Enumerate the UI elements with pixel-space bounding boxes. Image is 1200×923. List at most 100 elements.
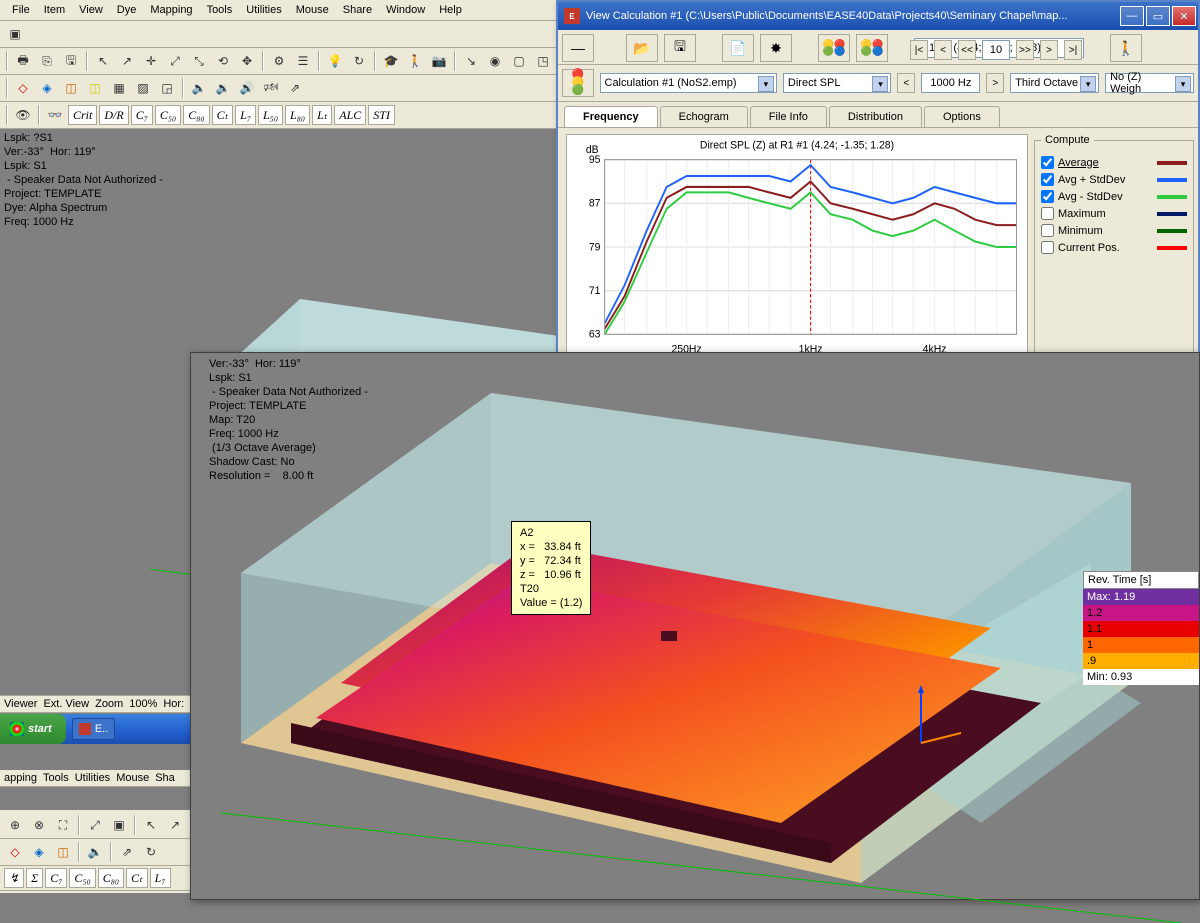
sphere-icon[interactable]: ◉ — [484, 50, 506, 72]
pick2-icon[interactable]: ↗ — [164, 814, 186, 836]
menu-tools[interactable]: Tools — [201, 2, 239, 18]
mapping-window[interactable]: Ver:-33° Hor: 119° Lspk: S1 - Speaker Da… — [190, 352, 1200, 900]
frequency-plot[interactable]: 6371798795250Hz1kHz4kHzdBDirect SPL (Z) … — [566, 134, 1028, 360]
minimize-button[interactable]: — — [1120, 6, 1144, 26]
compute-current-pos-[interactable]: Current Pos. — [1041, 241, 1187, 254]
menu-file[interactable]: File — [6, 2, 36, 18]
freq-prev-button[interactable]: < — [897, 73, 915, 93]
ray2-icon[interactable]: ⇗ — [116, 841, 138, 863]
metric-l₈₀[interactable]: L₈₀ — [285, 105, 310, 125]
grid-a-icon[interactable]: ▦ — [108, 77, 130, 99]
options-icon[interactable]: ☰ — [292, 50, 314, 72]
compute-avg-stddev[interactable]: Avg - StdDev — [1041, 190, 1187, 203]
hat-icon[interactable]: 🎓 — [380, 50, 402, 72]
report-icon[interactable]: 📄 — [722, 34, 754, 62]
glasses-icon[interactable]: 👓 — [44, 104, 66, 126]
zoom-out-icon[interactable]: ⤡ — [188, 50, 210, 72]
tab-echogram[interactable]: Echogram — [660, 106, 748, 127]
clip-icon[interactable]: ◳ — [532, 50, 554, 72]
audience-icon[interactable]: ◫ — [60, 77, 82, 99]
next-button[interactable]: >> — [1016, 40, 1034, 60]
resize-icon[interactable]: ⤢ — [84, 814, 106, 836]
speaker-group-icon[interactable]: ◇ — [12, 77, 34, 99]
menu-dye[interactable]: Dye — [111, 2, 143, 18]
light-icon[interactable]: 💡 — [324, 50, 346, 72]
metric-c₅₀[interactable]: C₅₀ — [155, 105, 181, 125]
metric-sti[interactable]: STI — [368, 105, 395, 125]
speaker3-icon[interactable]: 🔊 — [236, 77, 258, 99]
metric-l₅₀[interactable]: L₅₀ — [258, 105, 283, 125]
save-icon[interactable]: 🖫 — [664, 34, 696, 62]
close-button[interactable]: ✕ — [1172, 6, 1196, 26]
metric-crit[interactable]: Crit — [68, 105, 97, 125]
redo-icon[interactable]: ↻ — [348, 50, 370, 72]
menu-utilities[interactable]: Utilities — [240, 2, 287, 18]
band-combo[interactable]: Third Octave — [1010, 73, 1099, 93]
start-button[interactable]: start — [0, 714, 66, 744]
freq-next-button[interactable]: > — [986, 73, 1004, 93]
menu-share[interactable]: Share — [337, 2, 378, 18]
walker-icon[interactable]: 🚶 — [404, 50, 426, 72]
pick-icon[interactable]: ↗ — [116, 50, 138, 72]
compute-average[interactable]: Average — [1041, 156, 1187, 169]
tab-frequency[interactable]: Frequency — [564, 106, 658, 127]
cursor-icon[interactable]: ↖ — [92, 50, 114, 72]
metric-c₈₀[interactable]: C₈₀ — [183, 105, 209, 125]
quantity-combo[interactable]: Direct SPL — [783, 73, 892, 93]
grid-b-icon[interactable]: ▨ — [132, 77, 154, 99]
menu-help[interactable]: Help — [433, 2, 468, 18]
detach-icon[interactable]: ↘ — [460, 50, 482, 72]
pan-icon[interactable]: ✥ — [236, 50, 258, 72]
menu-window[interactable]: Window — [380, 2, 431, 18]
tab-file-info[interactable]: File Info — [750, 106, 827, 127]
patch1-icon[interactable]: ◇ — [4, 841, 26, 863]
ray-icon[interactable]: ⇗ — [284, 77, 306, 99]
seats-a-icon[interactable]: 🟡🔴🟢🔵 — [818, 34, 850, 62]
crop-icon[interactable]: ⛶ — [52, 814, 74, 836]
next10-button[interactable]: > — [1040, 40, 1058, 60]
menu-view[interactable]: View — [73, 2, 109, 18]
metric-alc[interactable]: ALC — [334, 105, 366, 125]
tab-distribution[interactable]: Distribution — [829, 106, 922, 127]
page-field[interactable]: 10 — [982, 40, 1010, 60]
traffic-light-icon[interactable]: 🔴🟡🟢 — [562, 69, 594, 97]
copy-icon[interactable]: ⎘ — [36, 50, 58, 72]
camera-icon[interactable]: 📷 — [428, 50, 450, 72]
metric-c₇[interactable]: C₇ — [131, 105, 153, 125]
project-icon[interactable]: ▣ — [4, 23, 26, 45]
highlight-icon[interactable]: ◫ — [84, 77, 106, 99]
walker-icon[interactable]: 🚶 — [1110, 34, 1142, 62]
titlebar[interactable]: E View Calculation #1 (C:\Users\Public\D… — [558, 2, 1198, 30]
rotate-icon[interactable]: ⟲ — [212, 50, 234, 72]
fit-icon[interactable]: ▣ — [108, 814, 130, 836]
collapse-button[interactable]: — — [562, 34, 594, 62]
prev-button[interactable]: << — [958, 40, 976, 60]
speaker-icon[interactable]: 🔈 — [84, 841, 106, 863]
box-icon[interactable]: ▢ — [508, 50, 530, 72]
metric-d/r[interactable]: D/R — [99, 105, 128, 125]
cube-icon[interactable]: ◲ — [156, 77, 178, 99]
zoom-in-icon[interactable]: ⤢ — [164, 50, 186, 72]
center-icon[interactable]: ✛ — [140, 50, 162, 72]
patch3-icon[interactable]: ◫ — [52, 841, 74, 863]
prev10-button[interactable]: < — [934, 40, 952, 60]
first-button[interactable]: |< — [910, 40, 928, 60]
center-icon[interactable]: ⊕ — [4, 814, 26, 836]
save-icon[interactable]: 🖫 — [60, 50, 82, 72]
tab-options[interactable]: Options — [924, 106, 1000, 127]
menu-mapping[interactable]: Mapping — [144, 2, 198, 18]
target-icon[interactable]: ⊗ — [28, 814, 50, 836]
pick-point-icon[interactable]: ✸ — [760, 34, 792, 62]
metric-lₜ[interactable]: Lₜ — [312, 105, 332, 125]
speaker-wave-icon[interactable]: 🕬 — [260, 77, 282, 99]
speaker-patch-icon[interactable]: ◈ — [36, 77, 58, 99]
menu-mouse[interactable]: Mouse — [290, 2, 335, 18]
compute-maximum[interactable]: Maximum — [1041, 207, 1187, 220]
menu-item[interactable]: Item — [38, 2, 71, 18]
metric-cₜ[interactable]: Cₜ — [212, 105, 234, 125]
seats-b-icon[interactable]: 🟡🔴🟢🔵 — [856, 34, 888, 62]
open-icon[interactable]: 📂 — [626, 34, 658, 62]
taskbar-item[interactable]: E.. — [72, 718, 115, 740]
loop-icon[interactable]: ↻ — [140, 841, 162, 863]
calculation-combo[interactable]: Calculation #1 (NoS2.emp) — [600, 73, 777, 93]
